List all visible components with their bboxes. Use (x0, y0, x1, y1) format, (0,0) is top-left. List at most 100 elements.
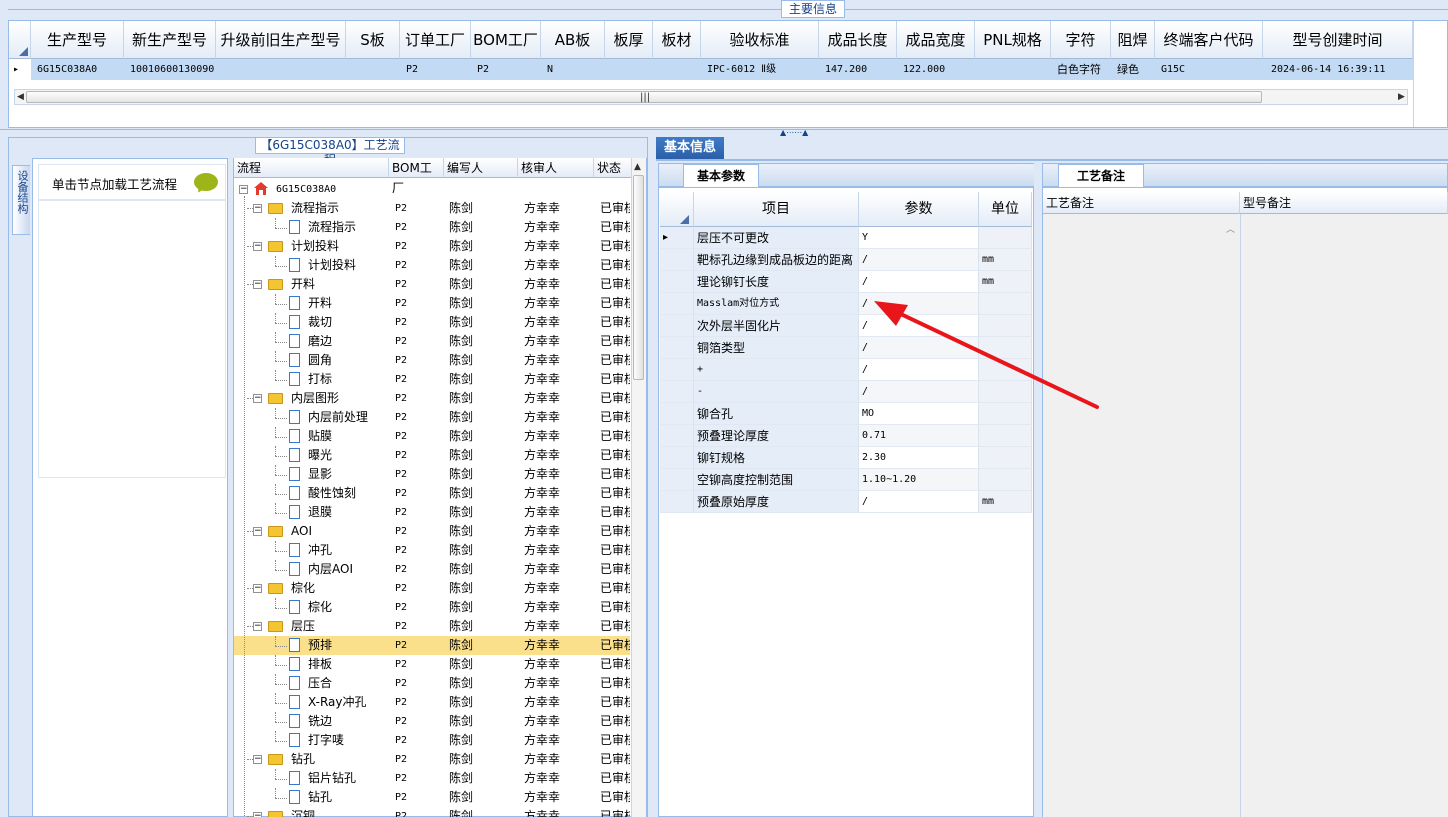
row-selector[interactable]: ▸ (660, 227, 694, 249)
row-selector[interactable] (660, 491, 694, 513)
param-row[interactable]: 预叠原始厚度 / mm (660, 491, 1032, 513)
tree-row[interactable]: 计划投料 P2 陈剑 方幸幸 已审核 (234, 256, 630, 275)
tree-row[interactable]: − 6G15C038A0 (234, 180, 630, 199)
param-col-header-2[interactable]: 单位 (979, 192, 1032, 227)
tree-row[interactable]: − 层压 P2 陈剑 方幸幸 已审核 (234, 617, 630, 636)
col-header-5[interactable]: BOM工厂 (471, 21, 541, 59)
col-header-3[interactable]: S板 (346, 21, 400, 59)
tab-process-notes[interactable]: 工艺备注 (1058, 164, 1144, 187)
tree-row[interactable]: − AOI P2 陈剑 方幸幸 已审核 (234, 522, 630, 541)
tree-row[interactable]: 圆角 P2 陈剑 方幸幸 已审核 (234, 351, 630, 370)
tree-row[interactable]: 打字唛 P2 陈剑 方幸幸 已审核 (234, 731, 630, 750)
note-col-header-1[interactable]: 型号备注 (1240, 192, 1448, 214)
param-value[interactable]: / (859, 249, 979, 271)
tree-row[interactable]: − 钻孔 P2 陈剑 方幸幸 已审核 (234, 750, 630, 769)
tree-row[interactable]: − 沉铜 P2 陈剑 方幸幸 已审核 (234, 807, 630, 817)
cell-8[interactable] (653, 59, 701, 80)
row-selector[interactable] (660, 359, 694, 381)
row-selector[interactable] (660, 447, 694, 469)
cell-4[interactable]: P2 (400, 59, 471, 80)
model-note-area[interactable] (1240, 214, 1448, 817)
tree-row[interactable]: − 开料 P2 陈剑 方幸幸 已审核 (234, 275, 630, 294)
param-grid-corner[interactable] (660, 192, 694, 227)
scroll-left-icon[interactable]: ◀ (17, 92, 24, 102)
row-selector[interactable] (660, 381, 694, 403)
tree-row[interactable]: − 流程指示 P2 陈剑 方幸幸 已审核 (234, 199, 630, 218)
tree-row[interactable]: 内层前处理 P2 陈剑 方幸幸 已审核 (234, 408, 630, 427)
tab-basic-params[interactable]: 基本参数 (683, 164, 759, 187)
param-value[interactable]: / (859, 491, 979, 513)
col-header-4[interactable]: 订单工厂 (400, 21, 471, 59)
cell-1[interactable]: 10010600130090 (124, 59, 216, 80)
col-header-7[interactable]: 板厚 (605, 21, 653, 59)
tree-row[interactable]: 棕化 P2 陈剑 方幸幸 已审核 (234, 598, 630, 617)
col-header-11[interactable]: 成品宽度 (897, 21, 975, 59)
col-header-0[interactable]: 生产型号 (31, 21, 124, 59)
param-value[interactable]: Y (859, 227, 979, 249)
col-header-6[interactable]: AB板 (541, 21, 605, 59)
tree-row[interactable]: 显影 P2 陈剑 方幸幸 已审核 (234, 465, 630, 484)
scroll-up-icon[interactable]: ▲ (634, 162, 641, 172)
note-col-header-0[interactable]: 工艺备注 (1043, 192, 1240, 214)
param-col-header-1[interactable]: 参数 (859, 192, 979, 227)
tree-col-header-3[interactable]: 核审人 (518, 158, 594, 178)
tree-col-header-0[interactable]: 流程 (234, 158, 389, 178)
param-value[interactable]: 0.71 (859, 425, 979, 447)
tree-row[interactable]: 磨边 P2 陈剑 方幸幸 已审核 (234, 332, 630, 351)
main-info-grid[interactable]: 生产型号 新生产型号 升级前旧生产型号 S板 订单工厂 BOM工厂 AB板 板厚 板材 验收标准 成… (8, 20, 1448, 128)
param-value[interactable]: 1.10~1.20 (859, 469, 979, 491)
tree-col-header-1[interactable]: BOM工厂 (389, 158, 444, 195)
param-row[interactable]: 铆钉规格 2.30 (660, 447, 1032, 469)
tree-expander-icon[interactable]: − (253, 527, 262, 536)
param-row[interactable]: ▸ 层压不可更改 Y (660, 227, 1032, 249)
row-selector[interactable] (660, 315, 694, 337)
cell-0[interactable]: 6G15C038A0 (31, 59, 124, 80)
col-header-9[interactable]: 验收标准 (701, 21, 819, 59)
tree-expander-icon[interactable]: − (253, 280, 262, 289)
row-selector[interactable] (660, 293, 694, 315)
tree-expander-icon[interactable]: − (253, 622, 262, 631)
cell-2[interactable] (216, 59, 346, 80)
cell-14[interactable]: 绿色 (1111, 59, 1155, 80)
tree-expander-icon[interactable]: − (253, 755, 262, 764)
row-selector[interactable] (660, 469, 694, 491)
tree-row[interactable]: 预排 P2 陈剑 方幸幸 已审核 (234, 636, 630, 655)
cell-5[interactable]: P2 (471, 59, 541, 80)
tree-vscroll-thumb[interactable] (633, 175, 644, 380)
col-header-1[interactable]: 新生产型号 (124, 21, 216, 59)
tree-row[interactable]: − 内层图形 P2 陈剑 方幸幸 已审核 (234, 389, 630, 408)
cell-9[interactable]: IPC-6012 Ⅱ级 (701, 59, 819, 80)
tree-expander-icon[interactable]: − (253, 204, 262, 213)
param-col-header-0[interactable]: 项目 (694, 192, 859, 227)
tree-row[interactable]: 酸性蚀刻 P2 陈剑 方幸幸 已审核 (234, 484, 630, 503)
tree-row[interactable]: X-Ray冲孔 P2 陈剑 方幸幸 已审核 (234, 693, 630, 712)
param-row[interactable]: 空铆高度控制范围 1.10~1.20 (660, 469, 1032, 491)
tree-row[interactable]: − 计划投料 P2 陈剑 方幸幸 已审核 (234, 237, 630, 256)
col-header-8[interactable]: 板材 (653, 21, 701, 59)
tree-col-header-2[interactable]: 编写人 (444, 158, 518, 178)
row-selector[interactable] (660, 425, 694, 447)
tree-row[interactable]: 压合 P2 陈剑 方幸幸 已审核 (234, 674, 630, 693)
param-row[interactable]: 预叠理论厚度 0.71 (660, 425, 1032, 447)
cell-7[interactable] (605, 59, 653, 80)
tree-row[interactable]: 冲孔 P2 陈剑 方幸幸 已审核 (234, 541, 630, 560)
tree-row[interactable]: 流程指示 P2 陈剑 方幸幸 已审核 (234, 218, 630, 237)
tree-col-header-4[interactable]: 状态 (594, 158, 634, 178)
cell-13[interactable]: 白色字符 (1051, 59, 1111, 80)
col-header-16[interactable]: 型号创建时间 (1263, 21, 1413, 59)
cell-15[interactable]: G15C (1155, 59, 1263, 80)
cell-10[interactable]: 147.200 (819, 59, 897, 80)
splitter-collapse-icon[interactable]: ▲⋯⋯▲ (780, 128, 808, 137)
cell-12[interactable] (975, 59, 1051, 80)
col-header-2[interactable]: 升级前旧生产型号 (216, 21, 346, 59)
tree-row[interactable]: 曝光 P2 陈剑 方幸幸 已审核 (234, 446, 630, 465)
note-scroll-up-icon[interactable]: ︿ (1226, 222, 1235, 235)
col-header-15[interactable]: 终端客户代码 (1155, 21, 1263, 59)
row-selector[interactable] (660, 403, 694, 425)
col-header-13[interactable]: 字符 (1051, 21, 1111, 59)
tree-row[interactable]: 内层AOI P2 陈剑 方幸幸 已审核 (234, 560, 630, 579)
tree-expander-icon[interactable]: − (253, 242, 262, 251)
row-selector[interactable] (660, 337, 694, 359)
tree-row[interactable]: 排板 P2 陈剑 方幸幸 已审核 (234, 655, 630, 674)
tree-row[interactable]: 打标 P2 陈剑 方幸幸 已审核 (234, 370, 630, 389)
